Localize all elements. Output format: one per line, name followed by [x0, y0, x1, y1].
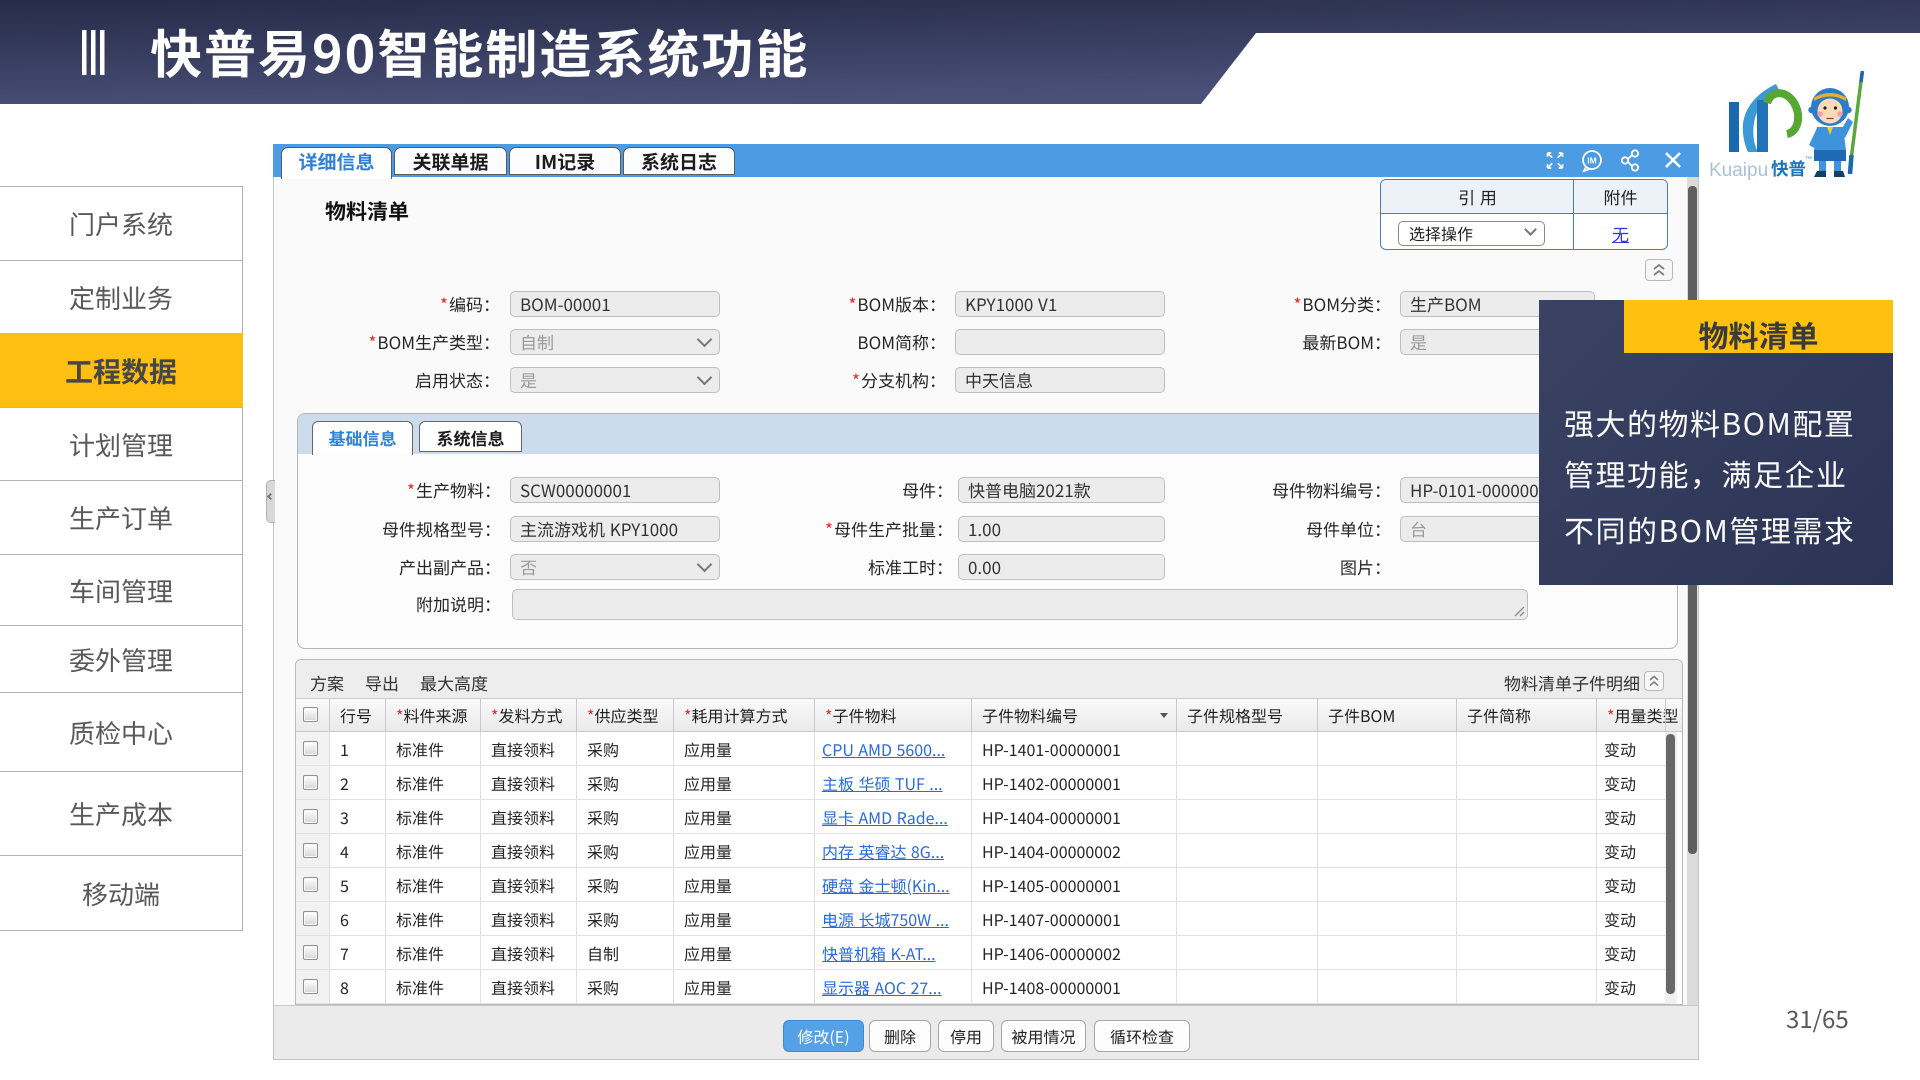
svg-text:Kuaipu: Kuaipu [1709, 160, 1768, 181]
svg-text:IM: IM [1587, 156, 1596, 166]
svg-text:快普: 快普 [1771, 156, 1806, 181]
svg-text:™: ™ [1805, 154, 1812, 164]
